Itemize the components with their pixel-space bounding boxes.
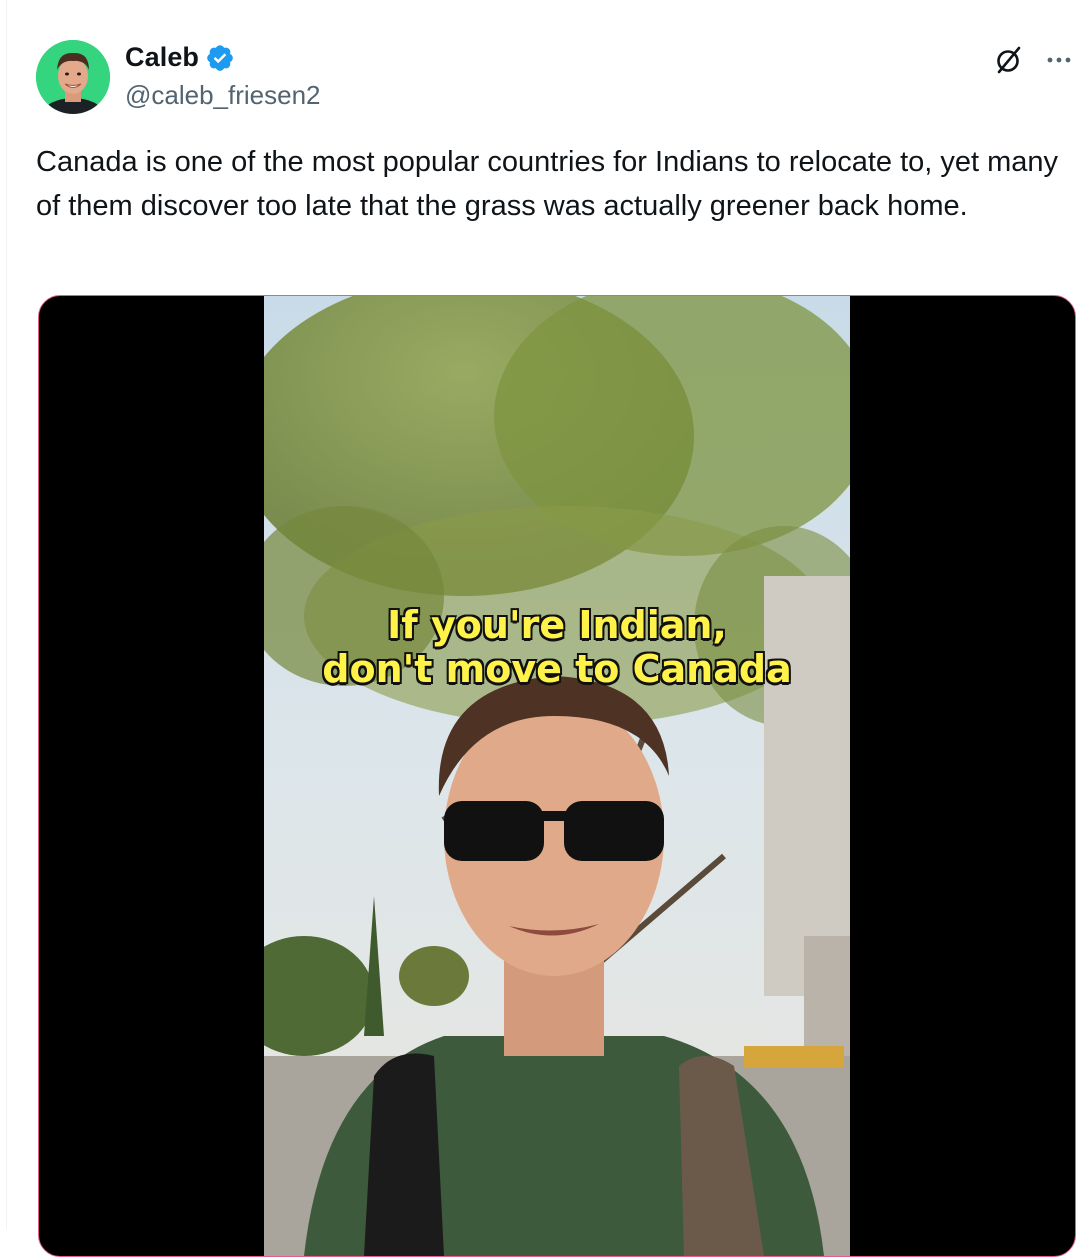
avatar-image <box>36 40 110 114</box>
avatar[interactable] <box>36 40 110 114</box>
video-thumbnail <box>264 296 850 1256</box>
author-display-name[interactable]: Caleb <box>125 42 199 73</box>
video-caption-line1: If you're Indian, <box>387 603 727 647</box>
video-caption-line2: don't move to Canada <box>322 647 792 691</box>
grok-icon <box>997 46 1021 74</box>
verified-badge-icon <box>205 43 235 73</box>
author-name-row[interactable]: Caleb <box>125 42 235 73</box>
tweet-card: Caleb @caleb_friesen2 Canada is one of t… <box>6 0 1080 1257</box>
video-player[interactable]: If you're Indian, don't move to Canada <box>264 296 850 1256</box>
more-options-button[interactable] <box>1039 42 1079 78</box>
tweet-media[interactable]: If you're Indian, don't move to Canada <box>38 295 1076 1257</box>
author-handle[interactable]: @caleb_friesen2 <box>125 80 321 111</box>
tweet-text: Canada is one of the most popular countr… <box>36 146 1059 222</box>
grok-button[interactable] <box>989 42 1029 78</box>
more-dots-icon <box>1047 57 1071 63</box>
